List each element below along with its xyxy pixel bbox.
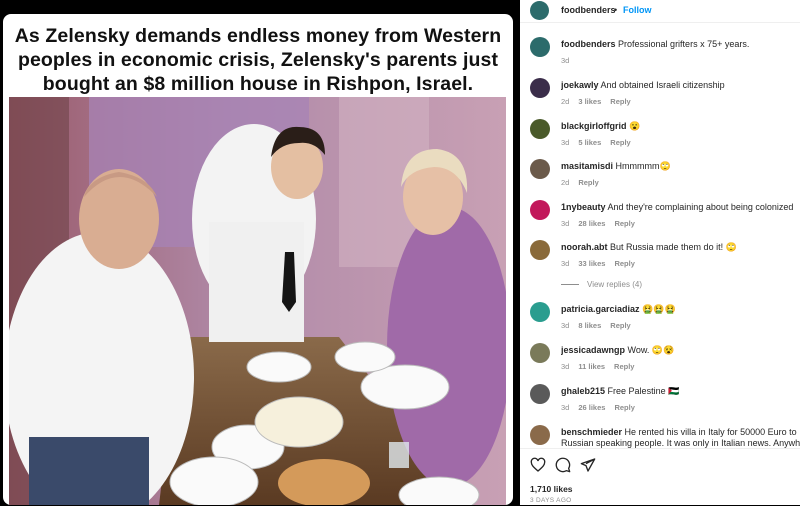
view-replies-label: View replies (4) — [587, 280, 642, 289]
comment-likes[interactable]: 11 likes — [578, 362, 605, 371]
comment-likes[interactable]: 33 likes — [578, 259, 605, 268]
reply-button[interactable]: Reply — [610, 97, 630, 106]
family-dinner-photo — [9, 97, 506, 505]
comment-likes[interactable]: 3 likes — [578, 97, 601, 106]
comment-text: Hmmmmm🙄 — [615, 161, 671, 171]
reply-button[interactable]: Reply — [614, 403, 634, 412]
post-header: foodbenders • Follow — [520, 0, 800, 23]
comment-username[interactable]: noorah.abt — [561, 242, 608, 252]
comment-age: 3d — [561, 259, 570, 268]
reply-button[interactable]: Reply — [614, 362, 634, 371]
author-avatar[interactable] — [530, 1, 549, 20]
avatar[interactable] — [530, 343, 550, 363]
heart-icon[interactable] — [530, 457, 546, 473]
comment-text: 🤮🤮🤮 — [642, 304, 676, 314]
avatar[interactable] — [530, 78, 550, 98]
headline-line: peoples in economic crisis, Zelensky's p… — [17, 49, 499, 71]
post-image-area: As Zelensky demands endless money from W… — [0, 0, 520, 505]
avatar[interactable] — [530, 240, 550, 260]
headline-line: bought an $8 million house in Rishpon, I… — [42, 73, 474, 95]
avatar[interactable] — [530, 200, 550, 220]
comment-text: And they're complaining about being colo… — [607, 202, 794, 212]
follow-button[interactable]: Follow — [623, 5, 652, 15]
author-username[interactable]: foodbenders — [561, 5, 616, 15]
comment-text: Free Palestine 🇵🇸 — [607, 386, 680, 396]
comment-age: 3d — [561, 403, 570, 412]
comment-likes[interactable]: 8 likes — [578, 321, 601, 330]
comment-username[interactable]: 1nybeauty — [561, 202, 606, 212]
headline-line: As Zelensky demands endless money from W… — [14, 25, 502, 47]
comment-username[interactable]: jessicadawngp — [561, 345, 625, 355]
comment-text: And obtained Israeli citizenship — [600, 80, 725, 90]
comment-age: 2d — [561, 178, 570, 187]
divider — [561, 284, 579, 286]
comment-age: 3d — [561, 321, 570, 330]
comment-username[interactable]: ghaleb215 — [561, 386, 605, 396]
comment-text: Wow. 🙄😵 — [627, 345, 675, 355]
comment-age: 3d — [561, 56, 570, 65]
comment-username[interactable]: joekawly — [561, 80, 599, 90]
comment-text: He rented his villa in Italy for 50000 E… — [624, 427, 797, 437]
share-icon[interactable] — [580, 457, 596, 473]
comment-username[interactable]: patricia.garciadiaz — [561, 304, 640, 314]
reply-button[interactable]: Reply — [610, 321, 630, 330]
comment-text: But Russia made them do it! 🙄 — [610, 242, 737, 252]
comment-age: 3d — [561, 362, 570, 371]
view-replies-button[interactable]: View replies (4) — [561, 280, 642, 289]
post-date: 3 DAYS AGO — [530, 497, 572, 504]
avatar[interactable] — [530, 159, 550, 179]
avatar[interactable] — [530, 302, 550, 322]
comment-username[interactable]: foodbenders — [561, 39, 616, 49]
reply-button[interactable]: Reply — [614, 259, 634, 268]
caption-text: Professional grifters x 75+ years. — [618, 39, 750, 49]
comment-username[interactable]: blackgirloffgrid — [561, 121, 627, 131]
comment-age: 3d — [561, 138, 570, 147]
reply-button[interactable]: Reply — [578, 178, 598, 187]
reply-button[interactable]: Reply — [614, 219, 634, 228]
comments-panel: foodbenders • Follow foodbenders Profess… — [520, 0, 800, 505]
comment-age: 3d — [561, 219, 570, 228]
comment-icon[interactable] — [555, 457, 571, 473]
avatar[interactable] — [530, 37, 550, 57]
post-headline: As Zelensky demands endless money from W… — [3, 24, 513, 96]
comment-likes[interactable]: 26 likes — [578, 403, 605, 412]
comment-age: 2d — [561, 97, 570, 106]
reply-button[interactable]: Reply — [610, 138, 630, 147]
comment-likes[interactable]: 28 likes — [578, 219, 605, 228]
avatar[interactable] — [530, 384, 550, 404]
like-count[interactable]: 1,710 likes — [530, 484, 573, 494]
avatar[interactable] — [530, 425, 550, 445]
separator-dot: • — [614, 5, 618, 15]
post-card: As Zelensky demands endless money from W… — [3, 14, 513, 505]
comment-username[interactable]: masitamisdi — [561, 161, 613, 171]
comment-text: 😮 — [629, 121, 641, 131]
comment-username[interactable]: benschmieder — [561, 427, 622, 437]
avatar[interactable] — [530, 119, 550, 139]
comment-likes[interactable]: 5 likes — [578, 138, 601, 147]
